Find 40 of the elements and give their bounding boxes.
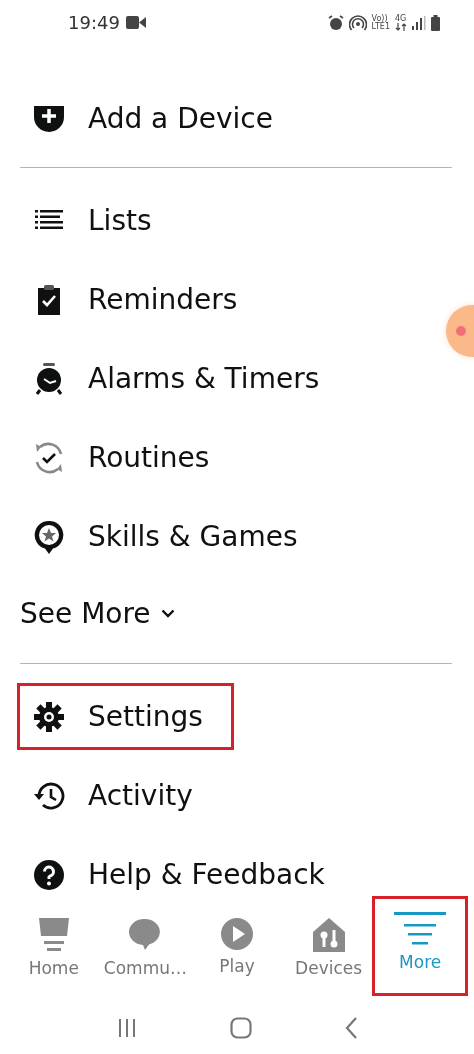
network-label: 4G (395, 14, 407, 23)
play-icon (221, 918, 253, 950)
clipboard-check-icon (37, 284, 61, 315)
hotspot-icon (348, 14, 367, 31)
tab[interactable]: Home (8, 898, 100, 994)
add-device-item[interactable]: Add a Device (0, 102, 273, 135)
tab[interactable]: Devices (282, 898, 375, 994)
tab[interactable]: Commu… (99, 898, 192, 994)
data-arrows-icon (395, 22, 407, 31)
home-button-icon[interactable] (230, 1017, 252, 1039)
alarm-clock-icon (35, 362, 63, 395)
star-bubble-icon (34, 519, 64, 554)
menu-item[interactable]: Lists (0, 181, 474, 260)
menu-item[interactable]: Help & Feedback (20, 851, 353, 898)
selected-indicator (394, 912, 447, 915)
settings-icon (34, 701, 64, 732)
status-time: 19:49 (68, 12, 120, 33)
menu-item[interactable]: Skills & Games (0, 497, 474, 576)
menu-item[interactable]: Settings (20, 686, 231, 747)
video-camera-icon (125, 16, 146, 29)
chevron-icon (160, 609, 175, 618)
tab[interactable]: Play (191, 898, 283, 994)
smart-home-icon (312, 918, 345, 952)
recents-icon[interactable] (116, 1018, 137, 1038)
menu-item[interactable]: Routines (0, 418, 474, 497)
see-more-toggle[interactable]: See More (0, 574, 474, 653)
signal-icon (412, 15, 426, 30)
history-icon (33, 780, 65, 811)
back-icon[interactable] (345, 1017, 358, 1039)
menu-item[interactable]: Reminders (0, 260, 474, 339)
alarm-icon (327, 14, 344, 31)
battery-icon (431, 14, 440, 31)
help-icon (34, 859, 64, 890)
lte-label: LTE1 (371, 22, 390, 31)
menu-item[interactable]: Alarms & Timers (0, 339, 474, 418)
menu-item[interactable]: Activity (20, 772, 221, 819)
home-icon (37, 918, 70, 952)
chat-bubble-icon (129, 918, 162, 952)
plus-icon (34, 105, 64, 132)
volte-label: Vo)) (371, 14, 388, 23)
